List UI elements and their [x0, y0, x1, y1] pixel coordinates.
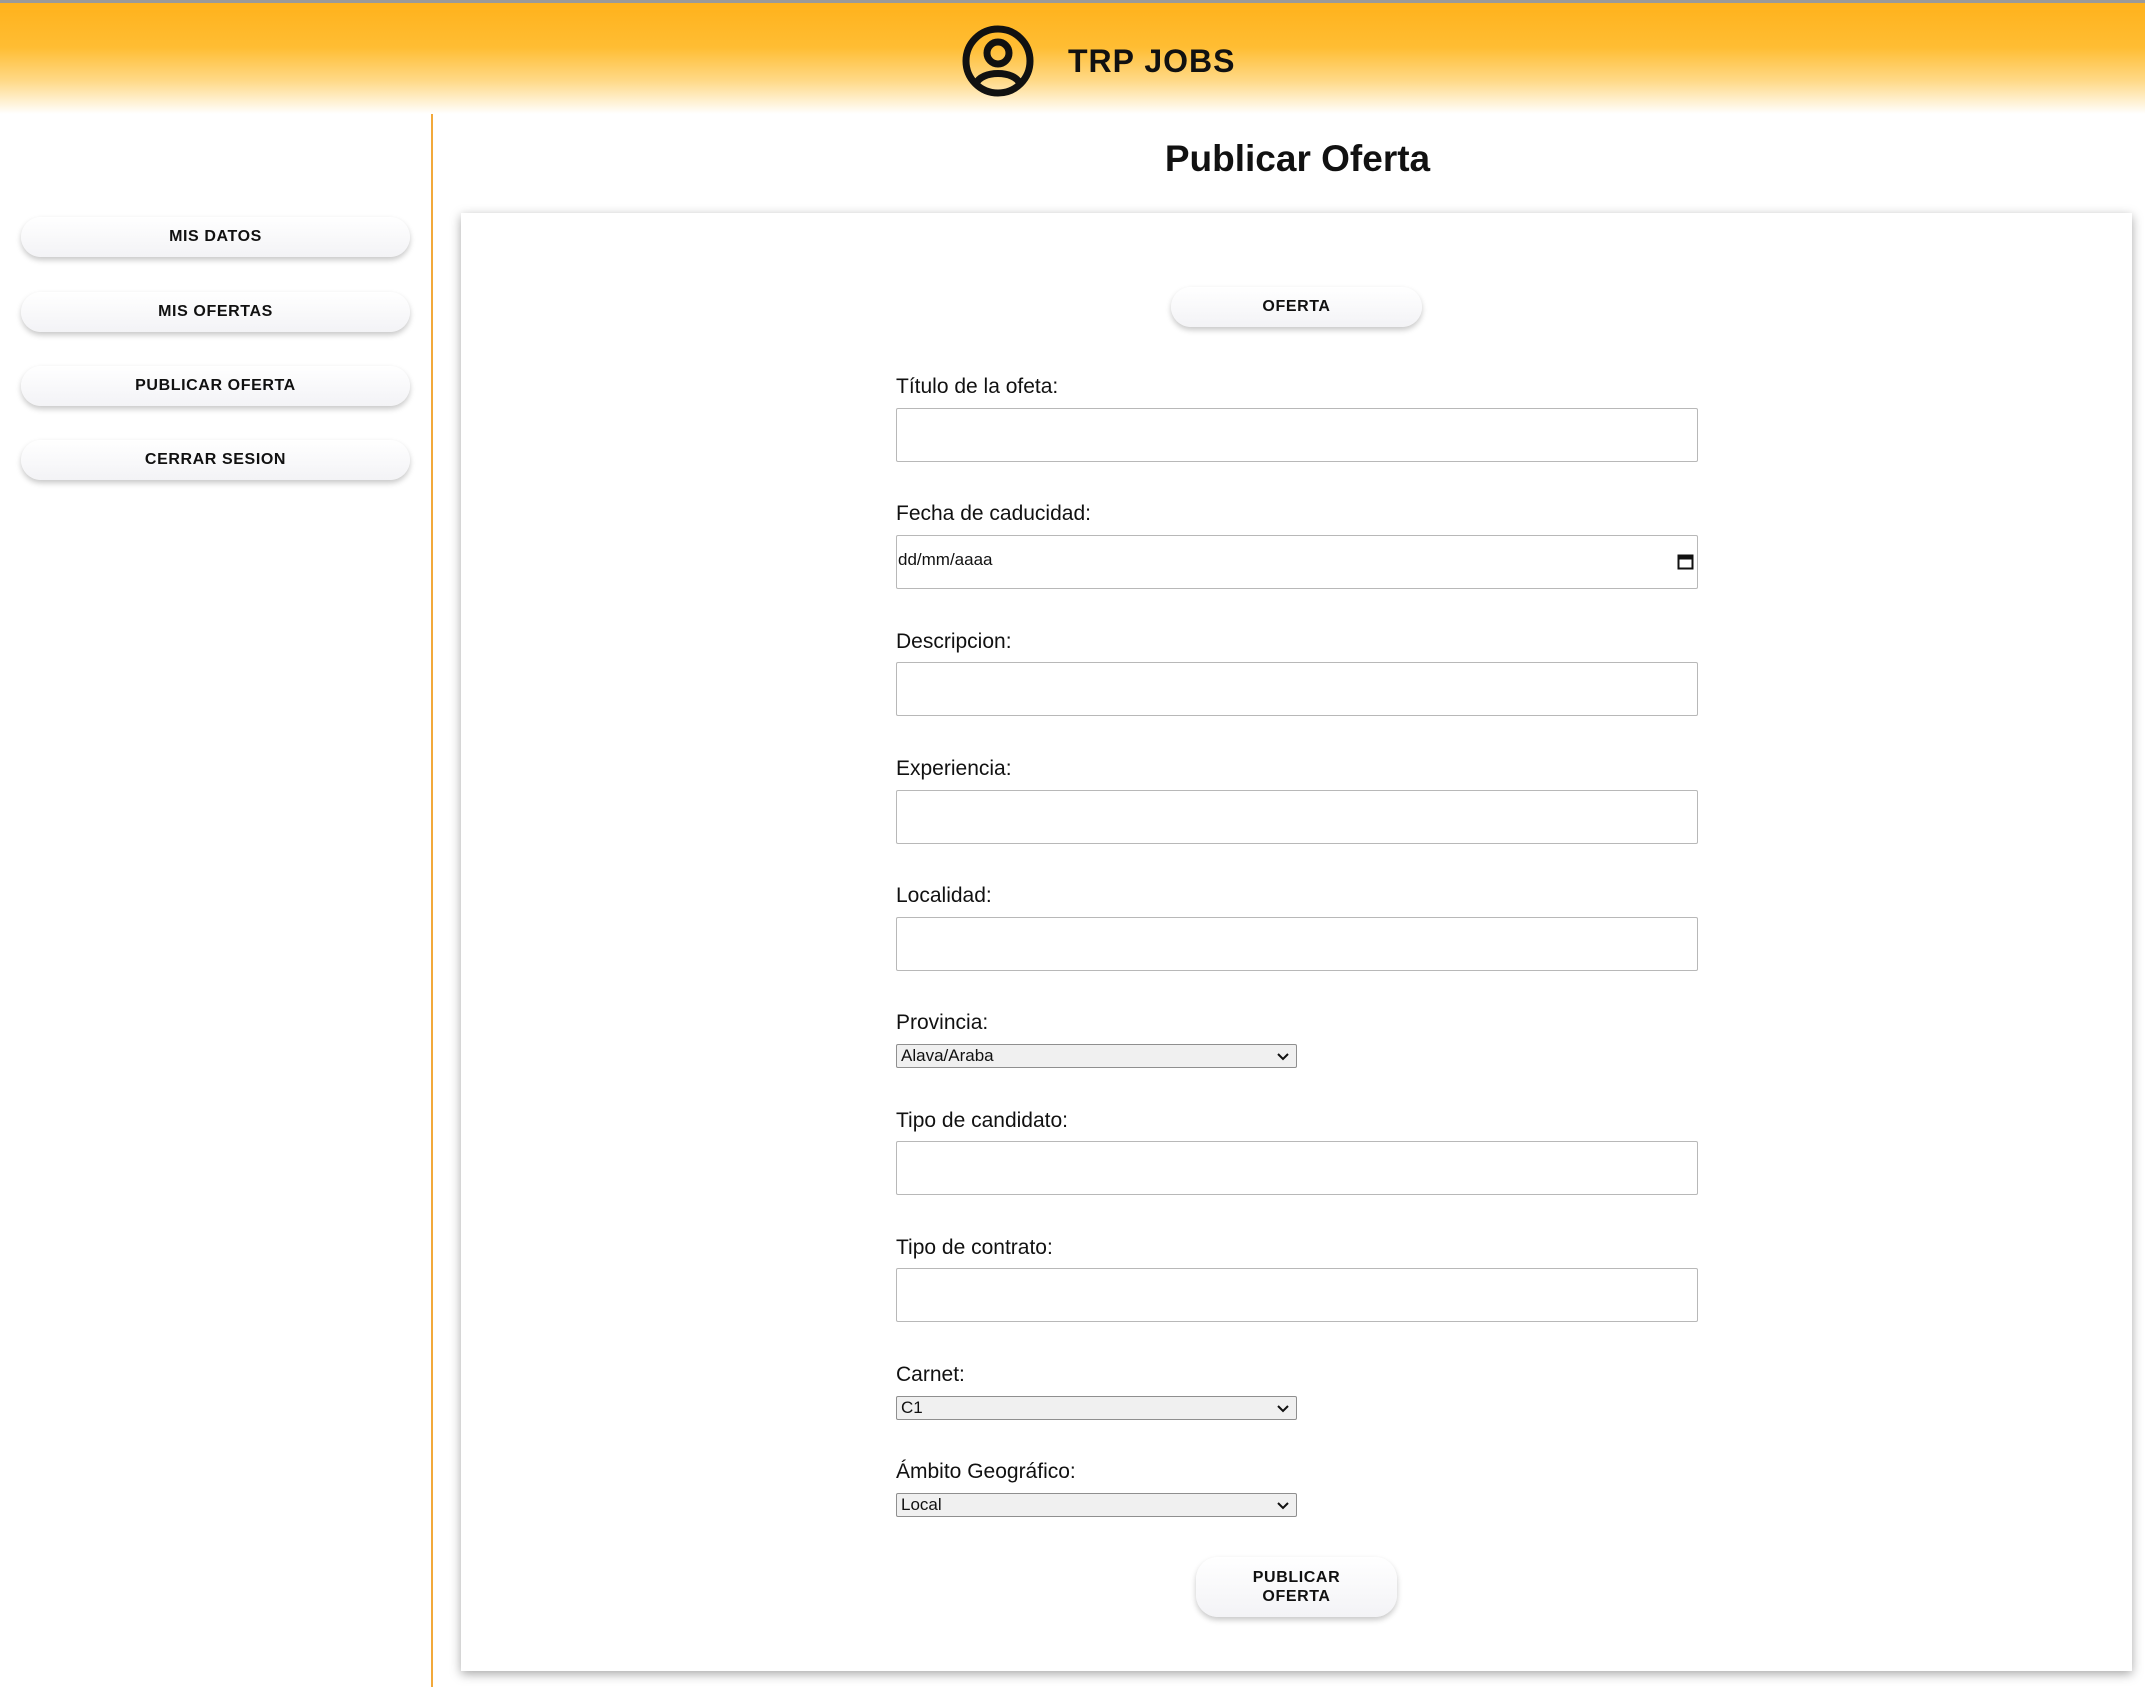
chevron-down-icon [1277, 1502, 1289, 1510]
fecha-date-input[interactable] [896, 535, 1698, 589]
publicar-oferta-submit-button[interactable]: PUBLICAR OFERTA [1196, 1557, 1397, 1617]
provincia-selected: Alava/Araba [901, 1046, 994, 1065]
fecha-label: Fecha de caducidad: [896, 502, 1091, 525]
experiencia-input[interactable] [896, 790, 1698, 844]
localidad-input[interactable] [896, 917, 1698, 971]
experiencia-label: Experiencia: [896, 757, 1012, 780]
ambito-select[interactable]: Local [896, 1493, 1297, 1517]
tipo-candidato-label: Tipo de candidato: [896, 1109, 1069, 1132]
provincia-select[interactable]: Alava/Araba [896, 1044, 1297, 1068]
titulo-input[interactable] [896, 408, 1698, 462]
ambito-selected: Local [901, 1495, 942, 1514]
sidebar-item-cerrar-sesion[interactable]: CERRAR SESION [21, 440, 410, 480]
sidebar-item-mis-datos[interactable]: MIS DATOS [21, 217, 410, 257]
ambito-label: Ámbito Geográfico: [896, 1460, 1076, 1483]
descripcion-input[interactable] [896, 662, 1698, 716]
fecha-placeholder: dd/mm/aaaa [898, 550, 993, 569]
localidad-label: Localidad: [896, 884, 992, 907]
titulo-label: Título de la ofeta: [896, 375, 1059, 398]
submit-label-line1: PUBLICAR [1252, 1569, 1341, 1586]
brand-title: TRP JOBS [1068, 43, 1236, 79]
carnet-label: Carnet: [896, 1363, 965, 1386]
carnet-selected: C1 [901, 1398, 923, 1417]
page-title: Publicar Oferta [1164, 138, 1431, 179]
provincia-label: Provincia: [896, 1011, 989, 1034]
chevron-down-icon [1277, 1405, 1289, 1413]
calendar-icon[interactable] [1677, 553, 1694, 570]
header-bar: TRP JOBS [0, 0, 2145, 114]
chevron-down-icon [1277, 1053, 1289, 1061]
carnet-select[interactable]: C1 [896, 1396, 1297, 1420]
sidebar-item-publicar-oferta[interactable]: PUBLICAR OFERTA [21, 366, 410, 406]
tipo-contrato-input[interactable] [896, 1268, 1698, 1322]
tipo-contrato-label: Tipo de contrato: [896, 1236, 1053, 1259]
user-circle-icon [962, 25, 1034, 97]
descripcion-label: Descripcion: [896, 630, 1012, 653]
sidebar-item-mis-ofertas[interactable]: MIS OFERTAS [21, 292, 410, 332]
oferta-tab-button[interactable]: OFERTA [1171, 287, 1422, 327]
sidebar-divider [431, 114, 433, 1687]
submit-label-line2: OFERTA [1262, 1588, 1331, 1605]
tipo-candidato-input[interactable] [896, 1141, 1698, 1195]
